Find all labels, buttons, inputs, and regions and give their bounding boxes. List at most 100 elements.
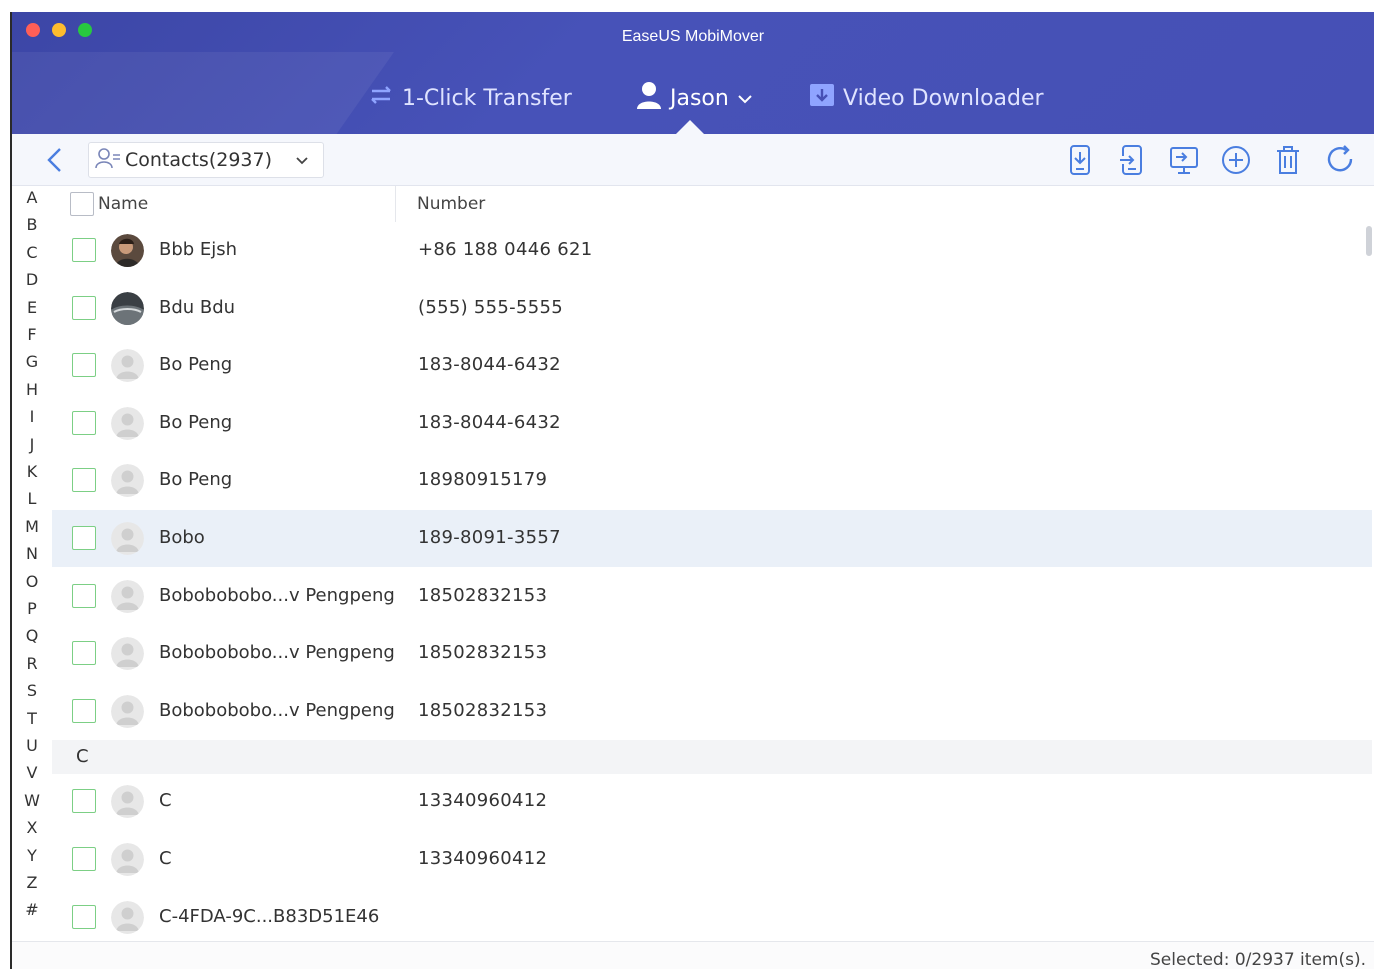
row-checkbox[interactable] — [72, 238, 96, 262]
nav-video-tab[interactable]: Video Downloader — [809, 82, 1044, 114]
table-row[interactable]: Bo Peng 183-8044-6432 — [52, 395, 1372, 452]
table-row[interactable]: Bobobobobo...v Pengpeng 18502832153 — [52, 683, 1372, 740]
table-row[interactable]: Bobo 189-8091-3557 — [52, 510, 1372, 567]
table-row[interactable]: Bobobobobo...v Pengpeng 18502832153 — [52, 568, 1372, 625]
scrollbar-thumb[interactable] — [1366, 226, 1372, 256]
alphabet-letter[interactable]: Z — [12, 873, 52, 892]
alphabet-letter[interactable]: A — [12, 188, 52, 207]
active-tab-pointer — [676, 120, 704, 134]
row-checkbox[interactable] — [72, 847, 96, 871]
contact-number: 18502832153 — [418, 584, 548, 606]
row-checkbox[interactable] — [72, 295, 96, 320]
row-checkbox[interactable] — [72, 641, 96, 666]
avatar — [111, 464, 144, 498]
table-row[interactable]: Bo Peng 18980915179 — [52, 452, 1372, 509]
nav-transfer-tab[interactable]: 1-Click Transfer — [368, 82, 572, 114]
alphabet-letter[interactable]: Q — [12, 626, 52, 645]
chevron-down-icon — [295, 151, 309, 173]
row-checkbox[interactable] — [72, 789, 96, 814]
avatar — [111, 843, 144, 876]
table-row[interactable]: Bbb Ejsh +86 188 0446 621 — [52, 222, 1372, 279]
export-to-device-icon[interactable] — [1064, 144, 1096, 176]
contact-name: Bdu Bdu — [159, 296, 236, 318]
section-letter: C — [76, 746, 89, 768]
video-download-icon — [809, 82, 835, 114]
alphabet-letter[interactable]: L — [12, 489, 52, 508]
main-nav: 1-Click Transfer Jason Video Downloader — [12, 82, 1374, 114]
row-checkbox[interactable] — [72, 410, 96, 435]
add-icon[interactable] — [1220, 144, 1252, 176]
transfer-to-computer-icon[interactable] — [1168, 144, 1200, 176]
contact-name: Bobobobobo...v Pengpeng — [159, 642, 395, 664]
alphabet-letter[interactable]: H — [12, 380, 52, 399]
avatar — [111, 291, 144, 325]
section-header: C — [52, 740, 1372, 775]
alphabet-letter[interactable]: I — [12, 407, 52, 426]
delete-icon[interactable] — [1272, 144, 1304, 176]
alphabet-letter[interactable]: N — [12, 544, 52, 563]
import-to-phone-icon[interactable] — [1116, 144, 1148, 176]
alphabet-letter[interactable]: J — [12, 435, 52, 454]
alphabet-letter[interactable]: C — [12, 243, 52, 262]
contact-name: Bo Peng — [159, 469, 233, 491]
alphabet-letter[interactable]: P — [12, 599, 52, 618]
alphabet-letter[interactable]: B — [12, 215, 52, 234]
contact-number: 183-8044-6432 — [418, 354, 561, 376]
contact-number: 18502832153 — [418, 642, 548, 664]
header-bar: EaseUS MobiMover 1-Click Transfer Jason … — [12, 12, 1374, 134]
person-icon — [636, 81, 662, 115]
chevron-down-icon — [737, 86, 753, 111]
alphabet-letter[interactable]: W — [12, 791, 52, 810]
contact-name: Bobobobobo...v Pengpeng — [159, 584, 395, 606]
row-checkbox[interactable] — [72, 698, 96, 723]
column-header-number[interactable]: Number — [417, 194, 485, 214]
category-select[interactable]: Contacts(2937) — [88, 142, 324, 178]
alphabet-index: A B C D E F G H I J K L M N O P Q R S T U V W X Y Z # — [12, 186, 52, 926]
table-row[interactable]: C 13340960412 — [52, 831, 1372, 888]
nav-device-tab[interactable]: Jason — [636, 82, 753, 114]
avatar — [111, 785, 144, 819]
alphabet-letter[interactable]: S — [12, 681, 52, 700]
column-header-name[interactable]: Name — [98, 194, 148, 214]
avatar — [111, 349, 144, 383]
back-button[interactable] — [42, 146, 70, 174]
table-row[interactable]: Bdu Bdu (555) 555-5555 — [52, 280, 1372, 337]
alphabet-letter[interactable]: R — [12, 654, 52, 673]
nav-device-label: Jason — [670, 85, 729, 111]
row-checkbox[interactable] — [72, 526, 96, 550]
alphabet-letter[interactable]: K — [12, 462, 52, 481]
contact-name: C — [159, 790, 172, 812]
table-row[interactable]: C-4FDA-9C...B83D51E46 — [52, 889, 1372, 946]
contact-number: 18980915179 — [418, 469, 548, 491]
alphabet-letter[interactable]: E — [12, 298, 52, 317]
table-row[interactable]: Bobobobobo...v Pengpeng 18502832153 — [52, 625, 1372, 682]
table-row[interactable]: C 13340960412 — [52, 773, 1372, 830]
selected-count: Selected: 0/2937 item(s). — [1150, 950, 1366, 969]
alphabet-letter[interactable]: T — [12, 709, 52, 728]
row-checkbox[interactable] — [72, 353, 96, 378]
alphabet-letter[interactable]: Y — [12, 846, 52, 865]
contacts-table: Name Number Bbb Ejsh +86 188 0446 621 Bdu … — [52, 186, 1372, 941]
app-window: EaseUS MobiMover 1-Click Transfer Jason … — [10, 12, 1374, 969]
row-checkbox[interactable] — [72, 468, 96, 493]
app-title: EaseUS MobiMover — [621, 28, 765, 45]
avatar — [111, 579, 144, 613]
column-divider[interactable] — [395, 186, 396, 222]
alphabet-letter[interactable]: O — [12, 572, 52, 591]
alphabet-letter[interactable]: # — [12, 900, 52, 919]
alphabet-letter[interactable]: G — [12, 352, 52, 371]
alphabet-letter[interactable]: D — [12, 270, 52, 289]
alphabet-letter[interactable]: X — [12, 818, 52, 837]
contacts-icon — [95, 146, 121, 174]
row-checkbox[interactable] — [72, 904, 96, 929]
table-row[interactable]: Bo Peng 183-8044-6432 — [52, 337, 1372, 394]
row-checkbox[interactable] — [72, 583, 96, 608]
alphabet-letter[interactable]: V — [12, 763, 52, 782]
alphabet-letter[interactable]: F — [12, 325, 52, 344]
select-all-checkbox[interactable] — [70, 192, 94, 216]
alphabet-letter[interactable]: U — [12, 736, 52, 755]
avatar — [111, 406, 144, 440]
alphabet-letter[interactable]: M — [12, 517, 52, 536]
avatar — [111, 694, 144, 728]
refresh-icon[interactable] — [1324, 144, 1356, 176]
